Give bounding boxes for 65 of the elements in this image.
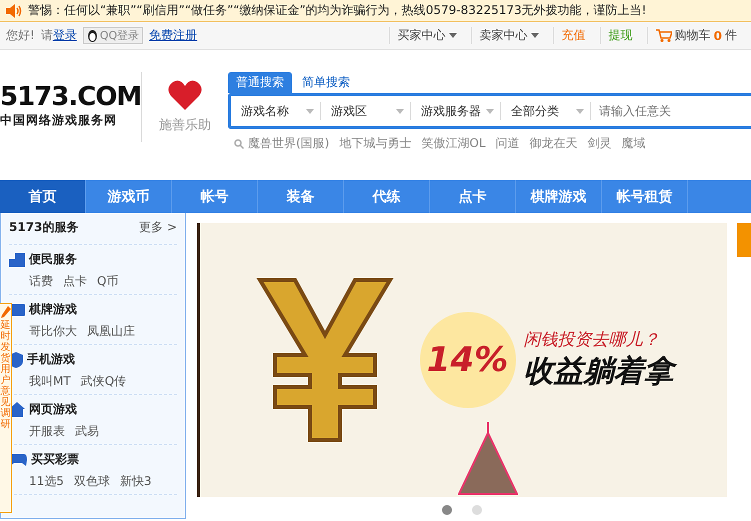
service-link[interactable]: 我叫MT	[29, 373, 71, 390]
house-icon	[9, 402, 25, 417]
service-group-title[interactable]: 网页游戏	[29, 401, 77, 418]
search-select[interactable]: 游戏服务器	[411, 102, 501, 120]
banner-question: 闲钱投资去哪儿？	[524, 329, 660, 351]
hot-game-link[interactable]: 魔兽世界(国服)	[248, 135, 330, 152]
speaker-icon	[6, 4, 22, 18]
service-link[interactable]: Q币	[97, 273, 118, 290]
nav-tab[interactable]: 首页	[0, 180, 86, 213]
service-link[interactable]: 哥比你大	[29, 323, 77, 340]
service-group-title[interactable]: 便民服务	[29, 251, 77, 268]
service-link[interactable]: 武侠Q传	[80, 373, 126, 390]
caret-icon	[448, 33, 457, 38]
register-link[interactable]: 免费注册	[149, 27, 198, 44]
pencil-icon	[0, 306, 10, 318]
more-link[interactable]: 更多 >	[139, 219, 177, 236]
nav-tab[interactable]: 棋牌游戏	[516, 180, 602, 213]
buyer-center-menu[interactable]: 买家中心	[388, 27, 465, 44]
hot-game-link[interactable]: 御龙在天	[530, 135, 578, 152]
carousel-dot[interactable]	[442, 505, 452, 515]
slogan-text: 中国网络游戏服务网	[0, 112, 118, 129]
site-logo[interactable]: 5173.COM	[0, 82, 142, 112]
building-icon	[9, 252, 25, 266]
search-select[interactable]: 游戏区	[321, 102, 411, 120]
caret-icon	[396, 108, 404, 114]
hot-game-link[interactable]: 问道	[496, 135, 520, 152]
greeting-text: 您好!	[6, 27, 35, 44]
caret-icon	[530, 33, 539, 38]
warning-text: 警惕：任何以“兼职”“刷信用”“做任务”“缴纳保证金”的均为诈骗行为，热线0579-83225173无外拨功能，谨防上当!	[28, 2, 646, 19]
caret-icon	[576, 108, 584, 114]
nav-tab[interactable]: 装备	[258, 180, 344, 213]
service-group-title[interactable]: 买买彩票	[31, 451, 79, 468]
service-group-title[interactable]: 棋牌游戏	[29, 301, 77, 318]
service-link[interactable]: 话费	[29, 273, 53, 290]
hot-game-link[interactable]: 魔域	[622, 135, 646, 152]
service-link[interactable]: 11选5	[29, 473, 64, 490]
sidebar-title: 5173的服务	[9, 219, 78, 236]
search-icon	[234, 138, 244, 148]
service-link[interactable]: 凤凰山庄	[87, 323, 135, 340]
search-tab[interactable]: 简单搜索	[294, 72, 358, 93]
rate-circle: 14%	[420, 312, 516, 408]
nav-tab[interactable]: 点卡	[430, 180, 516, 213]
caret-icon	[306, 108, 314, 114]
cart-link[interactable]: 购物车 0 件	[646, 27, 745, 44]
hot-game-link[interactable]: 剑灵	[588, 135, 612, 152]
cart-icon	[656, 29, 672, 42]
search-tab[interactable]: 普通搜索	[228, 72, 292, 93]
seller-center-menu[interactable]: 卖家中心	[470, 27, 547, 44]
login-prefix-text: 请	[40, 27, 53, 44]
service-link[interactable]: 开服表	[29, 423, 65, 440]
login-link[interactable]: 登录	[52, 27, 77, 44]
carousel-dot[interactable]	[472, 505, 482, 515]
service-link[interactable]: 武易	[75, 423, 99, 440]
heart-icon	[168, 80, 202, 110]
service-link[interactable]: 双色球	[74, 473, 110, 490]
caret-icon	[486, 108, 494, 114]
side-promo-edge	[737, 223, 751, 257]
search-select[interactable]: 游戏名称	[231, 102, 321, 120]
service-link[interactable]: 点卡	[63, 273, 87, 290]
hot-game-link[interactable]: 笑傲江湖OL	[421, 135, 486, 152]
nav-tab[interactable]: 代练	[344, 180, 430, 213]
hot-game-link[interactable]: 地下城与勇士	[339, 135, 412, 152]
nav-tab[interactable]: 帐号租赁	[602, 180, 688, 213]
service-group-title[interactable]: 手机游戏	[27, 351, 75, 368]
service-link[interactable]: 新快3	[120, 473, 152, 490]
